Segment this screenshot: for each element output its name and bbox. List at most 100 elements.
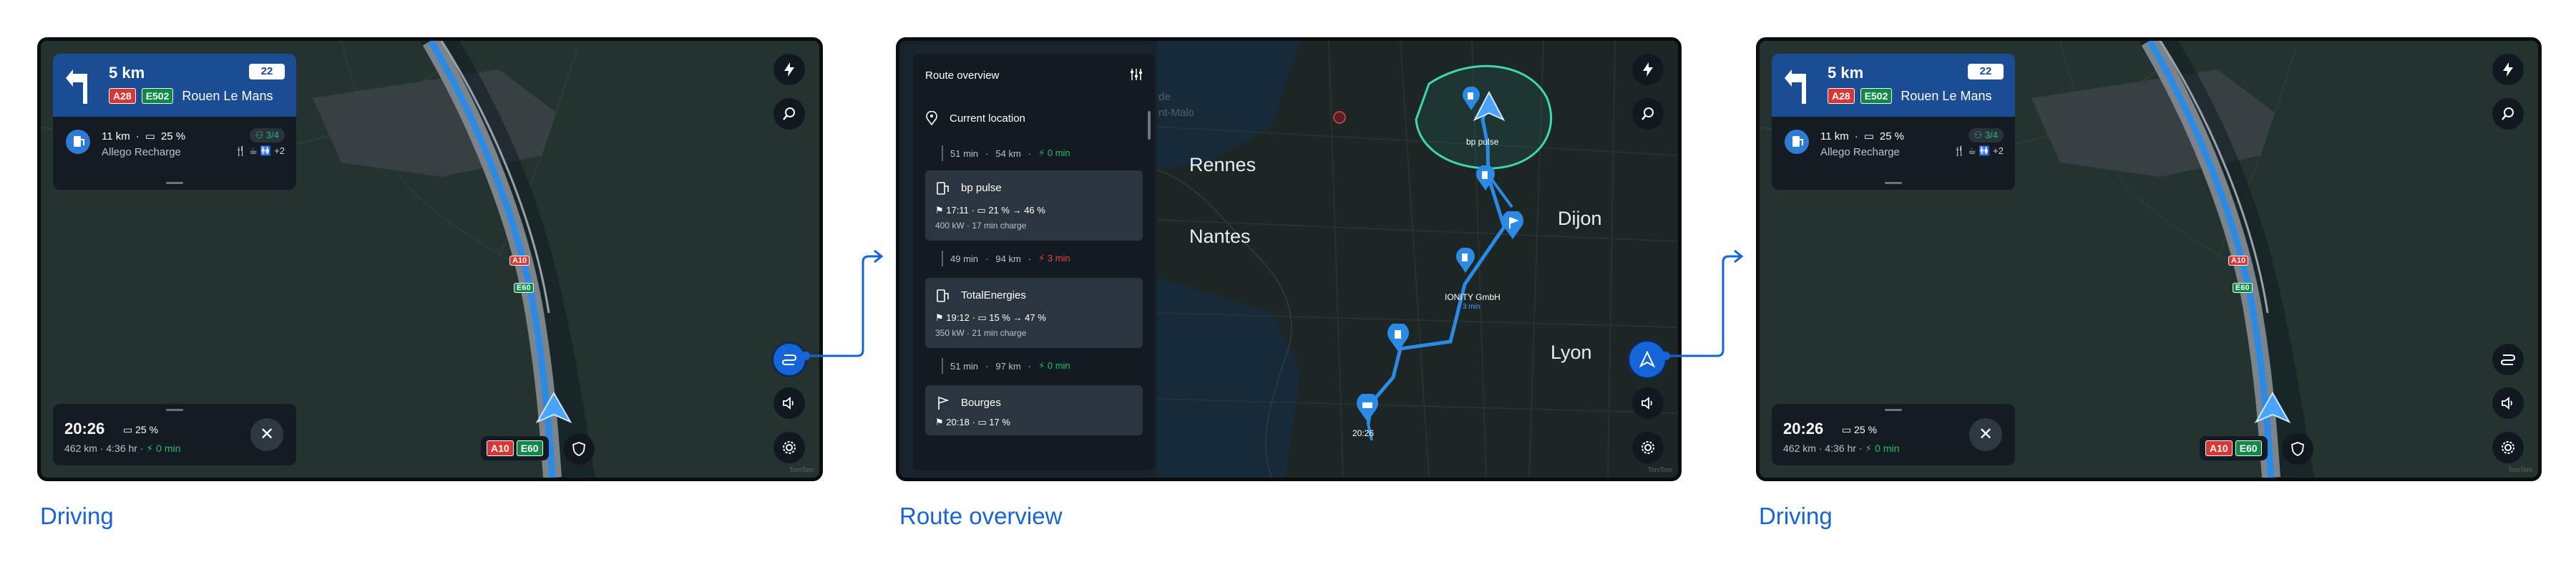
trip-details: 462 km · 4:36 hr · ⚡ 0 min (1783, 443, 1900, 454)
city-dijon: Dijon (1558, 208, 1602, 229)
search-button[interactable] (2492, 98, 2524, 130)
route-icon (2500, 354, 2516, 365)
volume-button[interactable] (2492, 387, 2524, 419)
faint-place-label-2: nt-Malo (1158, 107, 1195, 119)
instruction-panel[interactable]: 5 km 22 A28 E502 Rouen Le Mans 11 km · ▭… (1772, 54, 2015, 190)
instruction-panel[interactable]: 5 km 22 A28 E502 Rouen Le Mans 11 km · ▭… (53, 54, 296, 190)
trip-summary[interactable]: 20:26 ▭ 25 % 462 km · 4:36 hr · ⚡ 0 min … (1772, 404, 2015, 465)
charger-pin-icon[interactable] (1386, 324, 1410, 352)
shield-icon (572, 442, 585, 456)
trip-grabber[interactable] (1885, 409, 1902, 411)
availability-badge: ⚇ 3/4 (249, 128, 285, 142)
current-road-signs: A10 E60 (481, 436, 549, 460)
stop-charge: 400 kW · 17 min charge (935, 221, 1027, 231)
route-overview-screen: Rennes Nantes Dijon Lyon de nt-Malo bp p… (896, 37, 1682, 481)
charging-button[interactable] (774, 54, 805, 85)
stop-arrival: ⚑ 20:18 · ▭ 17 % (935, 417, 1010, 427)
charger-icon (66, 130, 90, 154)
maneuver-distance: 5 km (1828, 64, 1864, 82)
gear-icon (2502, 441, 2514, 454)
stop-bp-pulse[interactable]: bp pulse ⚑ 17:11 · ▭ 21 % → 46 % 400 kW … (925, 170, 1143, 241)
ionity-map-label: IONITY GmbH (1445, 292, 1501, 302)
battery-icon: ▭ (1863, 130, 1874, 142)
next-maneuver: 5 km 22 A28 E502 Rouen Le Mans (53, 54, 296, 117)
volume-button[interactable] (774, 387, 805, 419)
trip-grabber[interactable] (166, 409, 183, 411)
towards-label: Rouen Le Mans (1901, 88, 1992, 103)
stop-totalenergies[interactable]: TotalEnergies ⚑ 19:12 · ▭ 15 % → 47 % 35… (925, 278, 1143, 348)
stop-charge: 350 kW · 21 min charge (935, 328, 1027, 338)
amenities-icons: 🍴 ☕ 🚻 +2 (1953, 145, 2004, 156)
settings-button[interactable] (1632, 432, 1664, 463)
speaker-icon (1641, 397, 1652, 410)
charger-distance: 11 km (102, 130, 130, 142)
lightning-icon (2503, 62, 2513, 77)
charger-icon (1785, 130, 1809, 154)
map-road-sign-e60: E60 (514, 281, 534, 294)
search-icon (783, 107, 795, 120)
map-road-sign-a10: A10 (2228, 253, 2249, 266)
route-overview-button[interactable] (2492, 344, 2524, 375)
exit-number: 22 (1979, 65, 1992, 77)
charger-pin-icon[interactable] (1455, 248, 1476, 274)
close-button[interactable]: ✕ (250, 418, 283, 451)
vehicle-position-icon (535, 391, 572, 424)
arrival-battery: ▭ 25 % (1842, 424, 1878, 435)
leg-1: 51 min · 54 km · ⚡ 0 min (942, 145, 1070, 161)
caption-driving-2: Driving (1759, 503, 1833, 529)
bp-pulse-map-label: bp pulse (1466, 137, 1499, 147)
search-button[interactable] (1632, 98, 1664, 130)
current-location-row[interactable]: Current location (925, 111, 1025, 125)
settings-button[interactable] (774, 432, 805, 463)
charging-button[interactable] (1632, 54, 1664, 85)
exit-badge: 22 (249, 64, 285, 79)
amenities-icons: 🍴 ☕ 🚻 +2 (235, 145, 285, 156)
filter-icon[interactable] (1129, 67, 1143, 82)
search-button[interactable] (774, 98, 805, 130)
volume-button[interactable] (1632, 387, 1664, 419)
recenter-button[interactable] (1629, 342, 1665, 377)
road-signs: A28 E502 Rouen Le Mans (109, 88, 273, 104)
eta: 20:26 (64, 420, 105, 438)
settings-button[interactable] (2492, 432, 2524, 463)
search-icon (1641, 107, 1654, 120)
search-icon (2502, 107, 2514, 120)
route-icon (781, 354, 797, 365)
route-overview-button[interactable] (774, 344, 805, 375)
current-location-label: Current location (950, 112, 1025, 125)
faint-place-label-1: de (1158, 91, 1171, 103)
turn-left-arrow-icon (66, 69, 87, 104)
scrollbar[interactable] (1148, 111, 1151, 140)
charger-icon (937, 182, 949, 195)
close-button[interactable]: ✕ (1969, 418, 2002, 451)
charger-battery: 25 % (1879, 130, 1905, 142)
lightning-icon (1643, 62, 1653, 77)
gear-icon (783, 441, 796, 454)
charger-name: Allego Recharge (1820, 146, 1900, 158)
charger-pin-icon[interactable] (1475, 165, 1496, 191)
flag-icon (938, 397, 950, 410)
speed-camera-button[interactable] (563, 433, 595, 465)
trip-summary[interactable]: 20:26 ▭ 25 % 462 km · 4:36 hr · ⚡ 0 min … (53, 404, 296, 465)
next-maneuver: 5 km 22 A28 E502 Rouen Le Mans (1772, 54, 2015, 117)
traffic-incident-icon[interactable] (1332, 110, 1347, 125)
vehicle-icon (1639, 350, 1656, 368)
panel-grabber[interactable] (1885, 182, 1902, 184)
city-rennes: Rennes (1189, 154, 1257, 175)
stop-name: Bourges (961, 397, 1001, 409)
availability-badge: ⚇ 3/4 (1968, 128, 2004, 142)
stop-bourges[interactable]: Bourges ⚑ 20:18 · ▭ 17 % (925, 385, 1143, 435)
panel-grabber[interactable] (166, 182, 183, 184)
charging-button[interactable] (2492, 54, 2524, 85)
flag-pin-icon[interactable] (1501, 211, 1525, 240)
speed-camera-button[interactable] (2282, 433, 2313, 465)
road-sign-e60: E60 (516, 440, 543, 456)
road-sign-a10: A10 (487, 440, 514, 456)
current-road-signs: A10 E60 (2200, 436, 2268, 460)
route-overview-panel[interactable]: Route overview Current location 51 min · 5… (913, 54, 1155, 470)
turn-left-arrow-icon (1785, 69, 1806, 104)
destination-pin-icon[interactable] (1355, 394, 1380, 422)
charger-battery: 25 % (160, 130, 186, 142)
road-sign-a28: A28 (1828, 88, 1855, 104)
exit-number: 22 (260, 65, 273, 77)
